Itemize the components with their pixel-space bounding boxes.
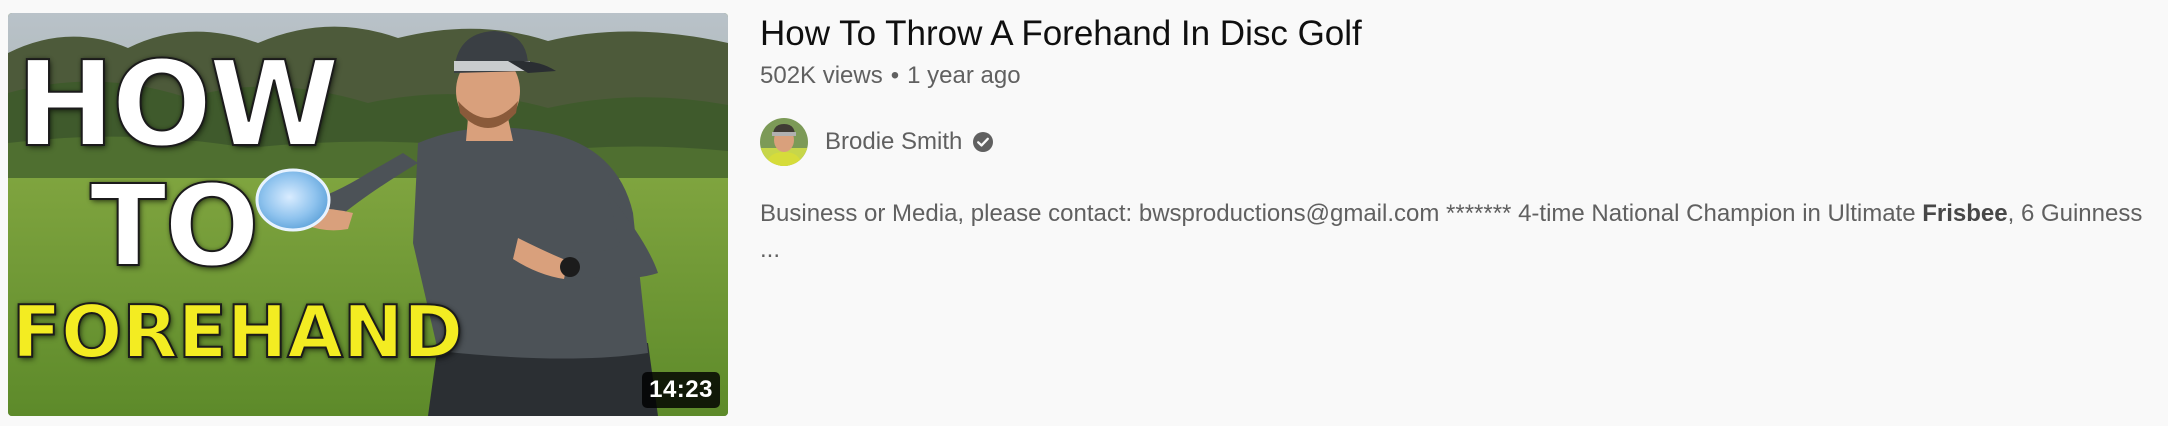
- description-highlight: Frisbee: [1922, 200, 2008, 227]
- video-thumbnail[interactable]: HOW TO FOREHAND 14:23: [8, 13, 728, 416]
- avatar-image: [760, 118, 808, 166]
- description-text: Business or Media, please contact: bwspr…: [760, 200, 1923, 227]
- video-title-link[interactable]: How To Throw A Forehand In Disc Golf: [760, 14, 1362, 54]
- verified-check-icon: [972, 131, 994, 153]
- thumbnail-text-forehand: FOREHAND: [11, 290, 464, 374]
- video-result: HOW TO FOREHAND 14:23 How To Throw A For…: [0, 0, 2168, 426]
- meta-separator: •: [890, 62, 900, 89]
- upload-age: 1 year ago: [907, 62, 1021, 89]
- view-count: 502K views: [760, 62, 883, 89]
- thumbnail-text-how: HOW: [15, 35, 340, 173]
- video-metadata: 502K views • 1 year ago: [760, 62, 1021, 90]
- channel-link[interactable]: Brodie Smith: [760, 118, 994, 166]
- channel-name[interactable]: Brodie Smith: [825, 128, 962, 156]
- duration-badge: 14:23: [642, 372, 720, 408]
- thumbnail-text-to: TO: [89, 162, 261, 292]
- video-description-snippet: Business or Media, please contact: bwspr…: [760, 196, 2150, 268]
- channel-avatar[interactable]: [760, 118, 808, 166]
